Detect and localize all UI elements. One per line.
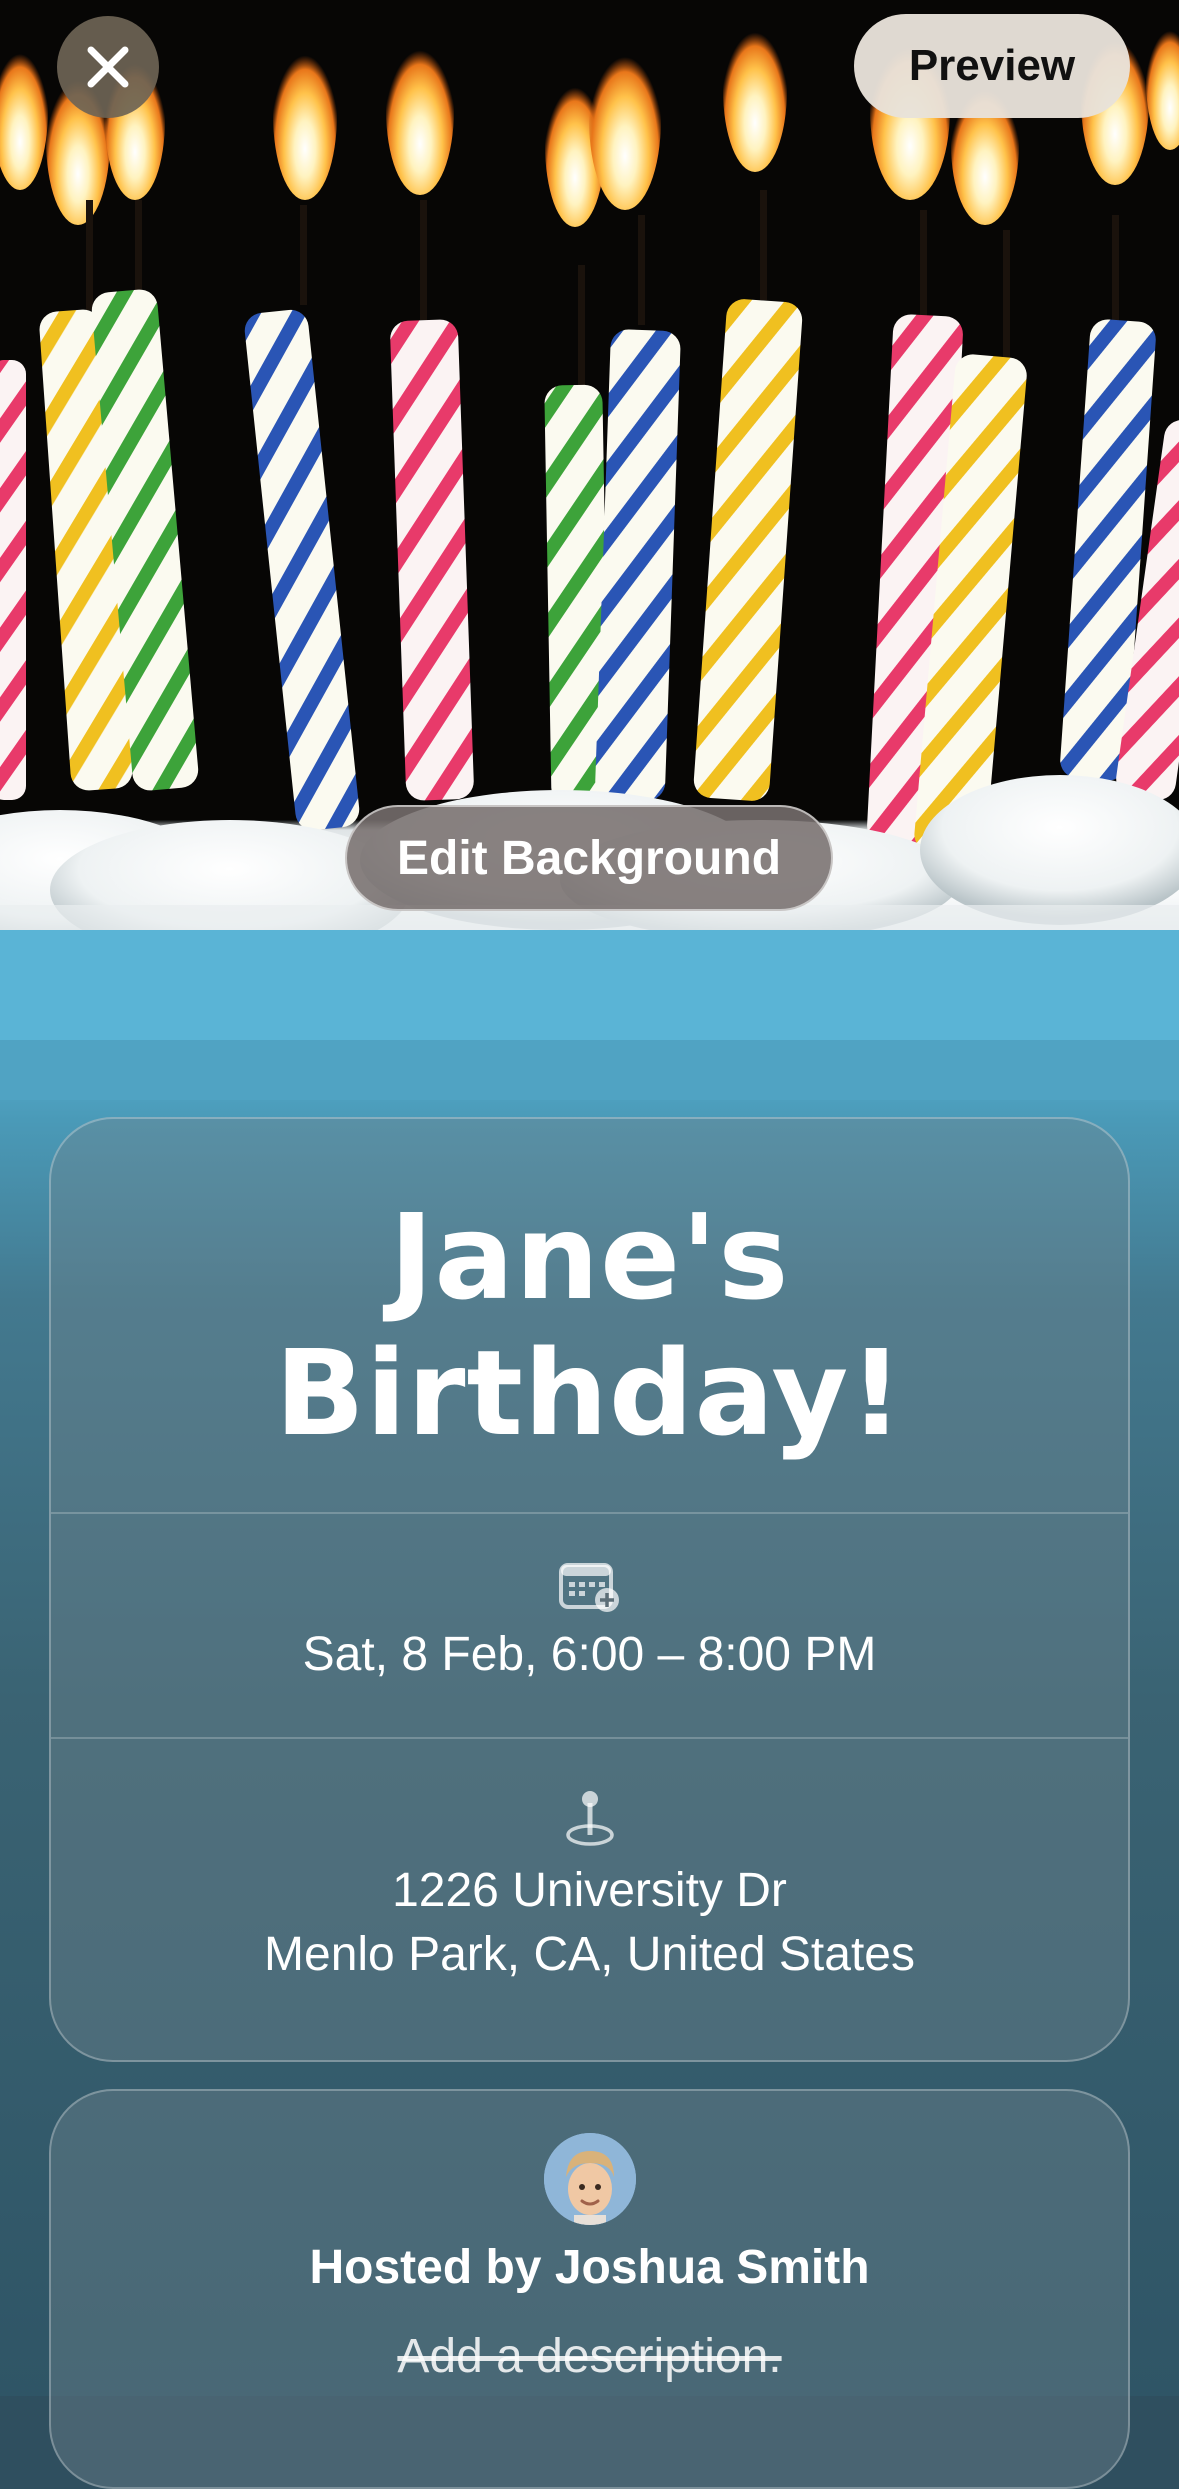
candles-illustration: [0, 0, 1179, 1100]
edit-background-button[interactable]: Edit Background: [345, 805, 833, 911]
calendar-add-icon: [558, 1563, 619, 1612]
event-title-line1: Jane's: [389, 1188, 790, 1326]
close-icon: [87, 46, 129, 88]
hosted-by-text: Hosted by Joshua Smith: [309, 2241, 870, 2294]
description-field[interactable]: Add a description.: [0, 2329, 1179, 2384]
host-avatar[interactable]: [544, 2133, 636, 2225]
address-line2: Menlo Park, CA, United States: [264, 1928, 915, 1981]
event-title-line2: Birthday!: [274, 1324, 905, 1462]
divider: [51, 1512, 1128, 1514]
event-title[interactable]: Jane's Birthday!: [51, 1189, 1128, 1461]
address-line1: 1226 University Dr: [392, 1864, 787, 1917]
preview-button[interactable]: Preview: [854, 14, 1130, 118]
date-time-row[interactable]: Sat, 8 Feb, 6:00 – 8:00 PM: [51, 1559, 1128, 1687]
date-time-text: Sat, 8 Feb, 6:00 – 8:00 PM: [302, 1628, 877, 1681]
memoji-avatar-icon: [544, 2133, 636, 2225]
location-row[interactable]: 1226 University Dr Menlo Park, CA, Unite…: [51, 1789, 1128, 1987]
divider: [51, 1737, 1128, 1739]
map-pin-icon: [565, 1791, 614, 1846]
close-button[interactable]: [57, 16, 159, 118]
event-details-card: Jane's Birthday! Sat, 8 Feb, 6:00 – 8:00…: [49, 1117, 1130, 2062]
